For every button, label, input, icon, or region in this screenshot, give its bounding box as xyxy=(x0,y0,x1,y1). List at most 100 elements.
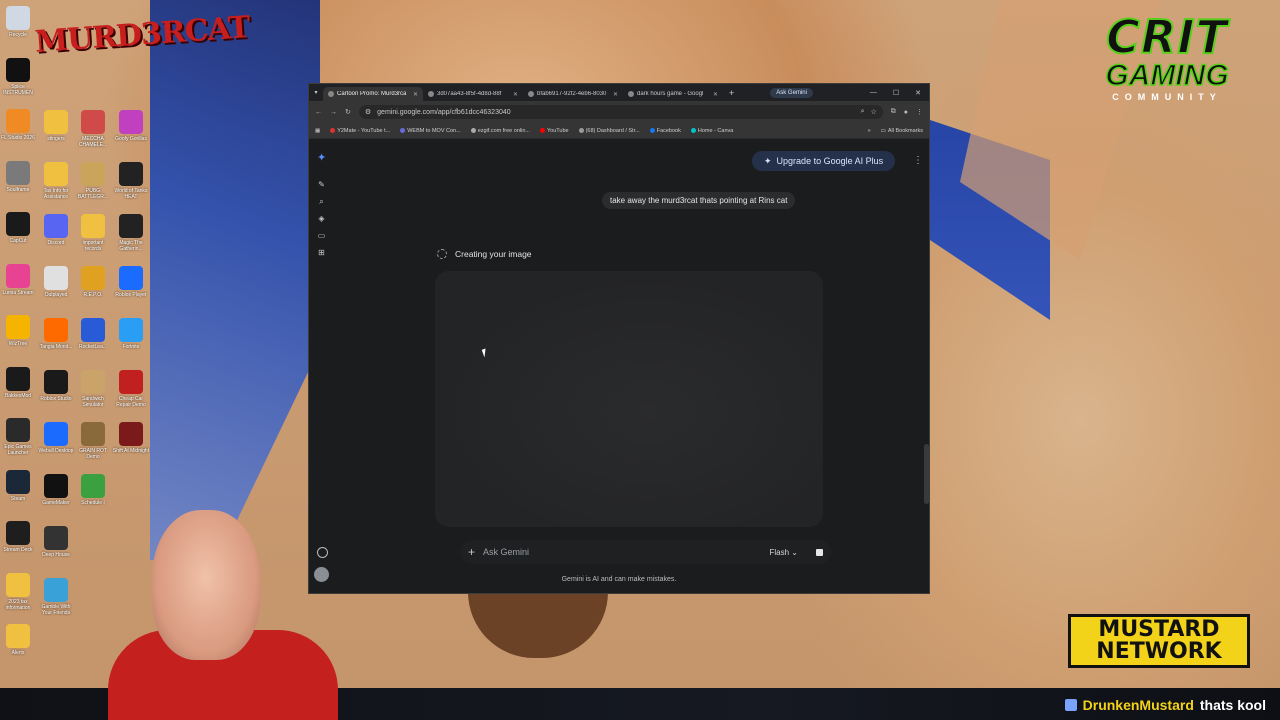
disclaimer-text: Gemini is AI and can make mistakes. xyxy=(561,576,677,583)
desktop-icon[interactable]: Tax Info for Assistance xyxy=(37,162,75,200)
desktop-icon[interactable]: GameMaker xyxy=(37,474,75,506)
desktop-icon[interactable]: RocketLea... xyxy=(74,318,112,350)
app-icon xyxy=(6,315,30,339)
desktop-icon[interactable]: Gamble With Your Friends xyxy=(37,578,75,616)
desktop-icon-label: Steam xyxy=(10,495,26,502)
desktop-icon[interactable]: WizTree xyxy=(0,315,37,347)
desktop-icon[interactable]: PUBG BATTLEGR... xyxy=(74,162,112,200)
desktop-icon[interactable]: Roblox Player xyxy=(112,266,150,298)
browser-tab[interactable]: bfab6917-92f2-4eb6-8030 ✕ xyxy=(523,87,623,101)
desktop-icon[interactable]: Discord xyxy=(37,214,75,246)
desktop-icon[interactable]: MECCHA CHAMELE... xyxy=(74,110,112,148)
desktop-icon[interactable]: Stream Deck xyxy=(0,521,37,553)
more-bookmarks-icon[interactable]: » xyxy=(868,128,871,134)
desktop-icon[interactable]: R.E.P.O. xyxy=(74,266,112,298)
desktop-icon[interactable]: Deep House xyxy=(37,526,75,558)
browser-menu-icon[interactable]: ⋮ xyxy=(916,108,923,116)
apps-grid-icon[interactable]: ▦ xyxy=(315,128,320,134)
desktop-icon[interactable]: Sandwich Simulator xyxy=(74,370,112,408)
desktop-icon-label: Stream Deck xyxy=(3,547,33,553)
desktop-icon[interactable]: Roblox Studio xyxy=(37,370,75,402)
desktop-icon[interactable]: Epic Games Launcher xyxy=(0,418,37,456)
desktop-icon[interactable]: Magic The Gatherin... xyxy=(112,214,150,252)
prompt-box[interactable]: + Ask Gemini Flash ⌄ xyxy=(460,540,831,564)
bookmark-label: WEBM to MOV Con... xyxy=(407,127,461,134)
desktop-icon[interactable]: important records xyxy=(74,214,112,252)
desktop-icon[interactable]: Shift At Midnight xyxy=(112,422,150,454)
bookmark-item[interactable]: WEBM to MOV Con... xyxy=(400,127,461,134)
zoom-icon[interactable]: ⌕ xyxy=(861,108,865,116)
desktop-icon[interactable]: Fortnite xyxy=(112,318,150,350)
ask-gemini-button[interactable]: Ask Gemini xyxy=(770,87,813,98)
add-attachment-icon[interactable]: + xyxy=(468,545,475,559)
desktop-icon[interactable]: Goofy Gorillas xyxy=(112,110,150,142)
library-icon[interactable]: ▭ xyxy=(317,231,326,240)
desktop-icon-label: PUBG BATTLEGR... xyxy=(77,188,109,200)
bookmark-item[interactable]: (68) Dashboard / Str... xyxy=(578,128,640,134)
bookmark-item[interactable]: Home - Canva xyxy=(690,128,733,134)
streamer-head xyxy=(152,510,260,660)
gemini-spark-icon[interactable]: ✦ xyxy=(317,153,326,164)
desktop-icon[interactable]: FL Studio 2026 xyxy=(0,109,37,141)
desktop-icon[interactable]: Lumia Stream xyxy=(0,263,37,296)
desktop-icon-label: Gamble With Your Friends xyxy=(41,604,71,616)
settings-icon[interactable] xyxy=(317,547,328,558)
tab-close-icon[interactable]: ✕ xyxy=(413,91,418,98)
browser-tab[interactable]: Cartoon Promo: Murd3rca ✕ xyxy=(323,87,423,101)
desktop-icon[interactable]: stingers xyxy=(37,110,75,142)
desktop-icon-label: Webull Desktop xyxy=(38,448,74,454)
desktop-icon[interactable]: Alerts xyxy=(0,624,37,656)
browser-tab[interactable]: dark hours game - Googl ✕ xyxy=(623,87,723,101)
tab-close-icon[interactable]: ✕ xyxy=(513,91,518,98)
site-info-icon[interactable]: ⚙ xyxy=(365,108,371,116)
search-icon[interactable]: ⌕ xyxy=(317,197,326,206)
minimize-icon[interactable]: — xyxy=(870,89,877,97)
tab-search-icon[interactable]: ▾ xyxy=(309,89,323,96)
all-bookmarks-button[interactable]: ▭ All Bookmarks xyxy=(881,128,923,134)
desktop-icon[interactable]: Webull Desktop xyxy=(37,422,75,454)
desktop-icon[interactable]: Outplayed xyxy=(37,266,75,298)
desktop-icon-label: Splice INSTRUMEN xyxy=(3,83,33,96)
bookmark-item[interactable]: YouTube xyxy=(539,128,569,134)
upgrade-button[interactable]: ✦ Upgrade to Google AI Plus xyxy=(752,151,896,171)
bookmark-item[interactable]: Y2Mate - YouTube t... xyxy=(330,128,390,134)
reload-icon[interactable]: ↻ xyxy=(345,108,351,116)
desktop-icon-label: Deep House xyxy=(42,552,70,558)
bookmark-item[interactable]: Facebook xyxy=(649,128,681,134)
apps-icon[interactable]: ⊞ xyxy=(317,248,326,257)
bookmark-star-icon[interactable]: ☆ xyxy=(870,108,876,116)
app-icon xyxy=(81,110,105,134)
tab-close-icon[interactable]: ✕ xyxy=(713,91,718,98)
desktop-icon[interactable]: Recycle xyxy=(0,6,37,38)
model-selector[interactable]: Flash ⌄ xyxy=(770,548,799,557)
desktop-icon[interactable]: Cheap Car Repair Demo xyxy=(112,370,150,408)
more-options-icon[interactable]: ⋮ xyxy=(913,155,923,166)
bookmark-item[interactable]: ezgif.com free onlin... xyxy=(470,128,530,134)
gems-icon[interactable]: ◈ xyxy=(317,214,326,223)
profile-icon[interactable]: ● xyxy=(904,109,908,116)
stop-generation-button[interactable] xyxy=(816,548,823,556)
desktop-icon[interactable]: Soulframe xyxy=(0,160,37,193)
desktop-icon[interactable]: Splice INSTRUMEN xyxy=(0,57,37,96)
tab-title: bfab6917-92f2-4eb6-8030 xyxy=(537,91,607,97)
new-chat-icon[interactable]: ✎ xyxy=(317,180,326,189)
scrollbar[interactable] xyxy=(924,444,929,504)
address-bar[interactable]: ⚙ gemini.google.com/app/cfb61dcc46323040… xyxy=(358,105,883,119)
desktop-icon[interactable]: Steam xyxy=(0,469,37,502)
back-icon[interactable]: ← xyxy=(315,109,322,116)
desktop-icon[interactable]: BakkesMod xyxy=(0,366,37,399)
desktop-icon[interactable]: CapCut xyxy=(0,212,37,244)
maximize-icon[interactable]: ☐ xyxy=(893,89,899,97)
desktop-icon[interactable]: 2023 tax information xyxy=(0,572,37,611)
prompt-input[interactable]: Ask Gemini xyxy=(483,547,761,557)
close-window-icon[interactable]: ✕ xyxy=(915,89,921,97)
browser-tab[interactable]: 3d07aa43-8f5f-4d8d-88f ✕ xyxy=(423,87,523,101)
extensions-icon[interactable]: ⧉ xyxy=(891,108,896,116)
desktop-icon[interactable]: World of Tanks HEAT xyxy=(112,162,150,200)
new-tab-button[interactable]: + xyxy=(723,88,740,98)
desktop-icon-label: R.E.P.O. xyxy=(83,292,103,298)
desktop-icon[interactable]: Tangia Monit... xyxy=(37,318,75,350)
forward-icon[interactable]: → xyxy=(330,109,337,116)
tab-close-icon[interactable]: ✕ xyxy=(613,91,618,98)
desktop-icon[interactable]: GRAIN ROT Demo xyxy=(74,422,112,460)
